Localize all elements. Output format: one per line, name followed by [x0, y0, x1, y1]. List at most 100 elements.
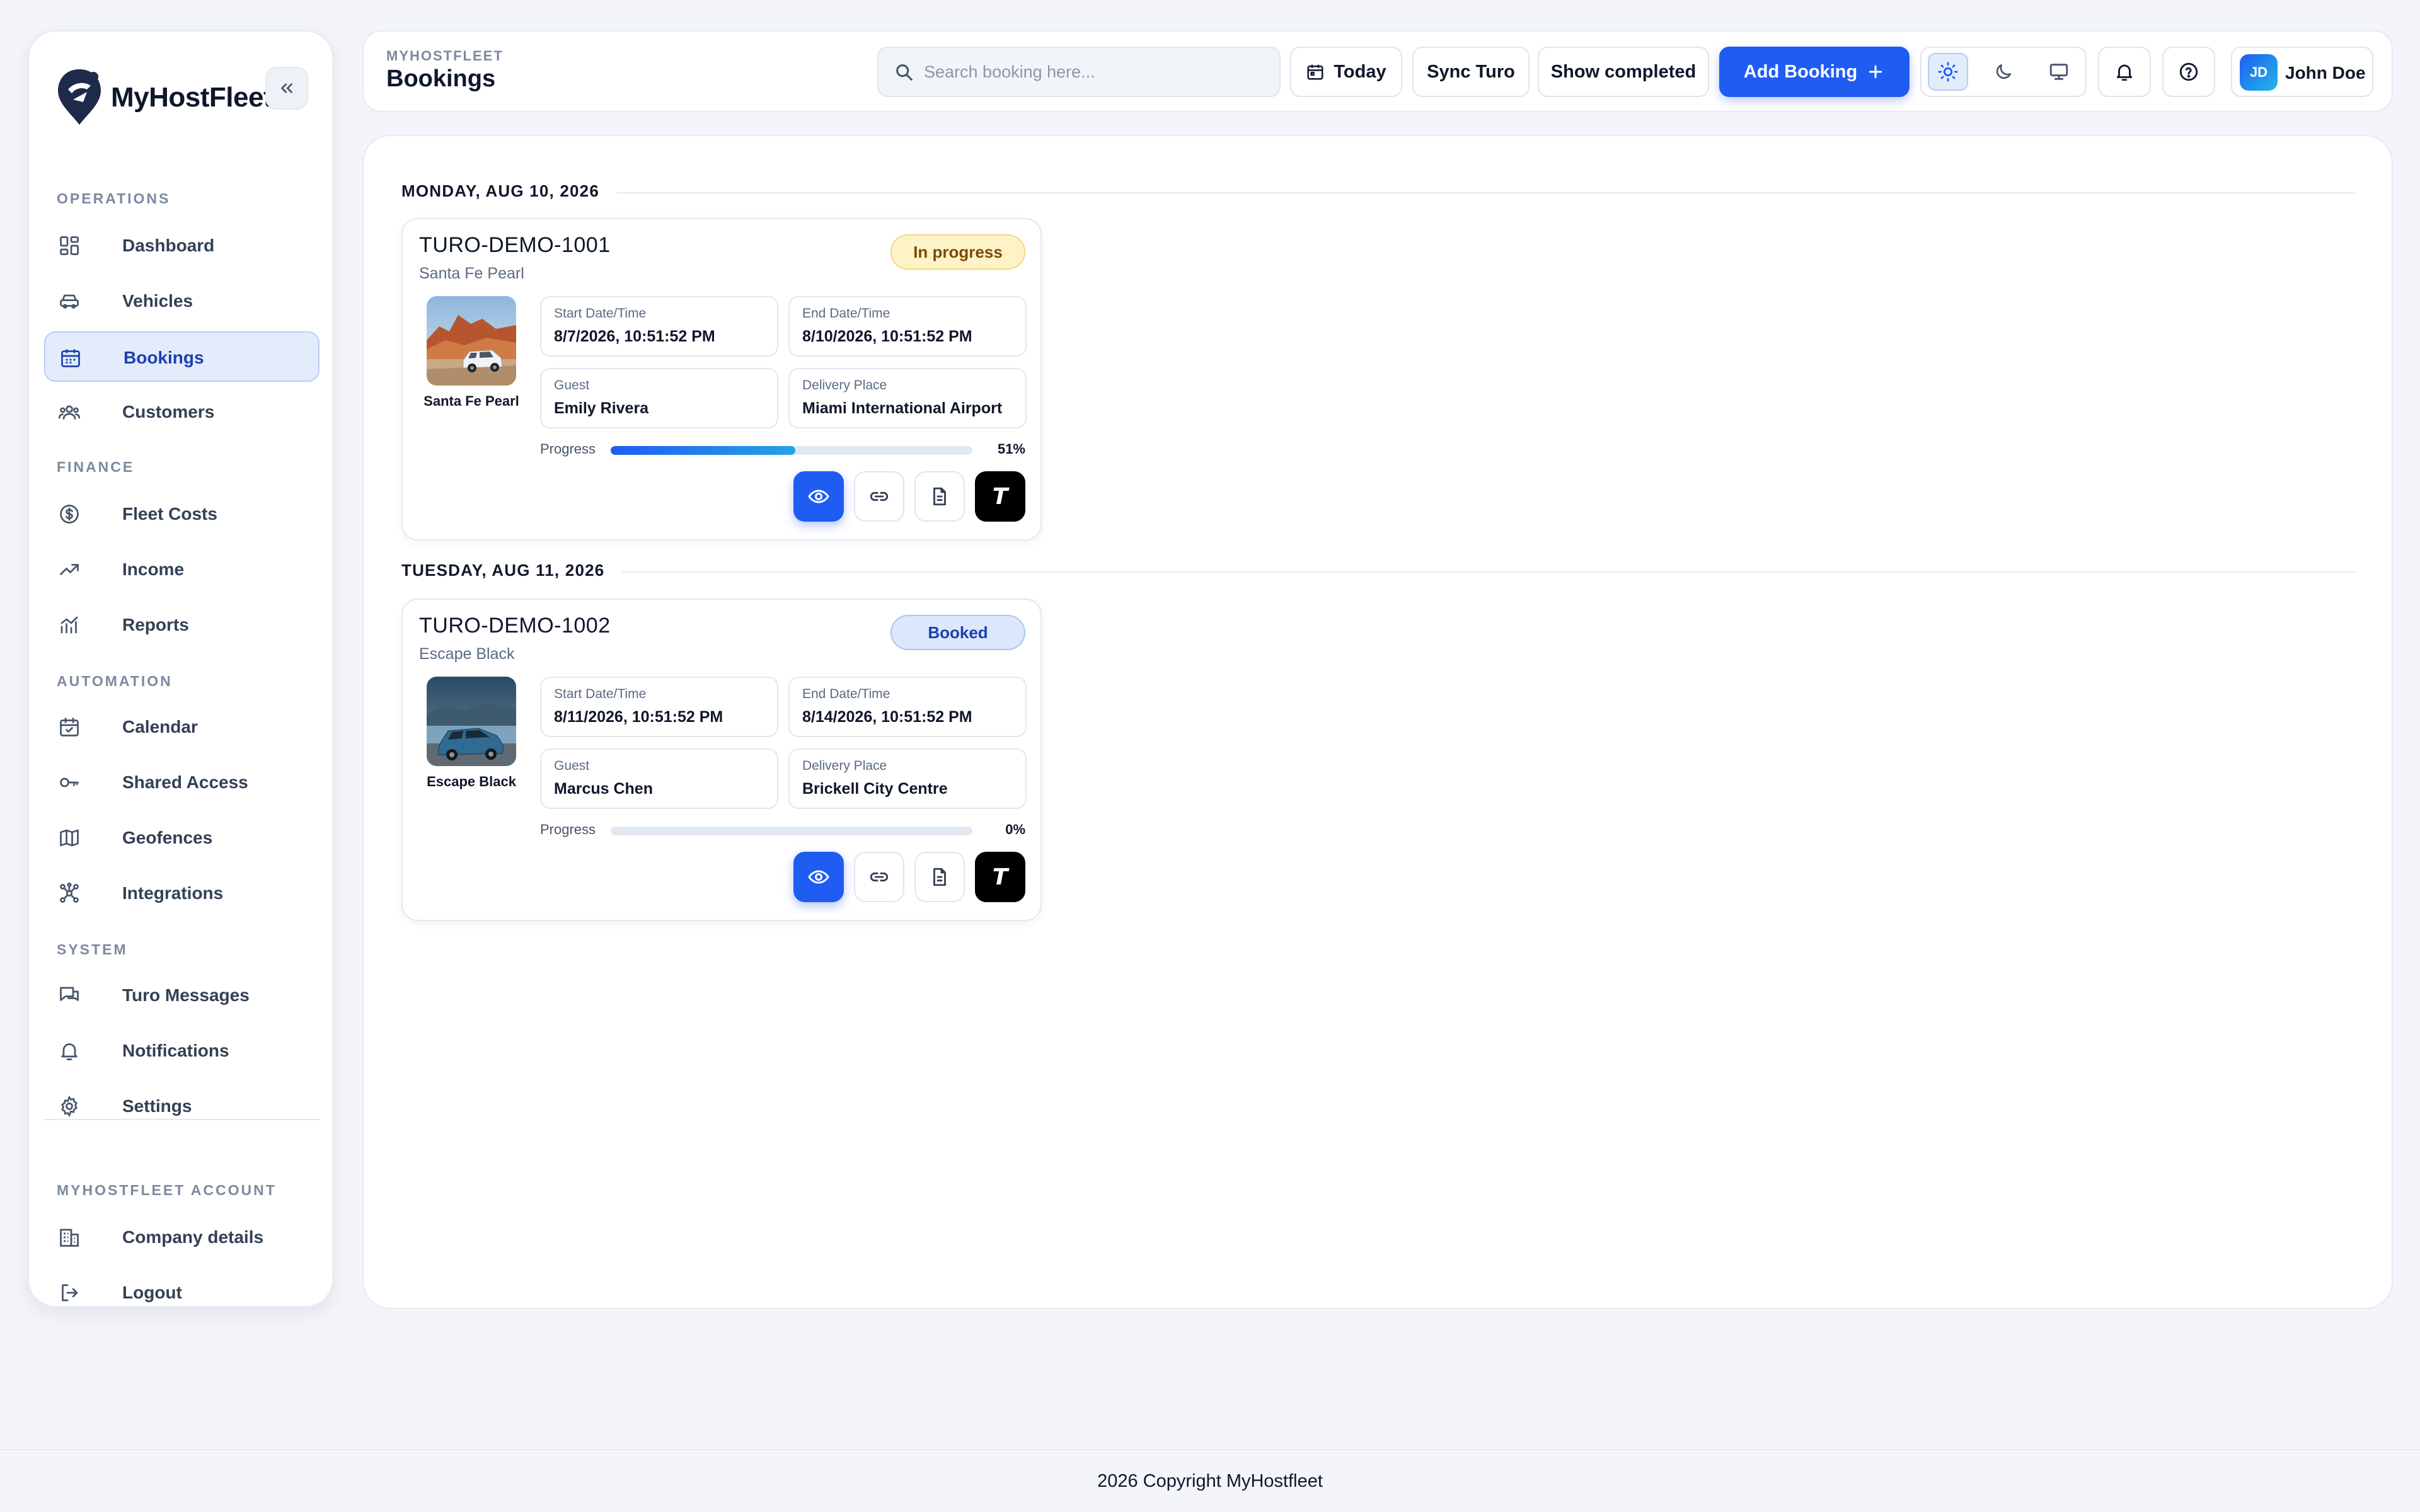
booking-reference: TURO-DEMO-1001	[419, 233, 611, 257]
sidebar-item-label: Logout	[122, 1283, 182, 1302]
search-input[interactable]	[924, 48, 1264, 96]
sidebar-item-label: Notifications	[122, 1041, 229, 1060]
theme-dark-option[interactable]	[1983, 53, 2024, 91]
section-label-account: MYHOSTFLEET ACCOUNT	[57, 1182, 277, 1198]
field-label: Start Date/Time	[554, 306, 647, 321]
booking-reference: TURO-DEMO-1002	[419, 614, 611, 638]
progress-label: Progress	[540, 441, 596, 457]
booking-card[interactable]: TURO-DEMO-1002 Escape Black Booked Escap…	[401, 598, 1042, 921]
sidebar-item-vehicles[interactable]: Vehicles	[44, 276, 320, 326]
sidebar-item-label: Fleet Costs	[122, 504, 217, 524]
sidebar-item-customers[interactable]: Customers	[44, 387, 320, 437]
building-icon	[60, 1228, 79, 1247]
end-datetime-field: End Date/Time 8/14/2026, 10:51:52 PM	[788, 677, 1027, 737]
document-button[interactable]	[914, 471, 965, 522]
plus-icon	[1869, 65, 1882, 79]
sidebar-item-bookings[interactable]: Bookings	[44, 331, 320, 382]
field-value: 8/11/2026, 10:51:52 PM	[554, 708, 723, 726]
sidebar-item-label: Customers	[122, 402, 215, 421]
page-title: Bookings	[386, 66, 496, 92]
sidebar-item-geofences[interactable]: Geofences	[44, 813, 320, 863]
guest-field: Guest Marcus Chen	[540, 748, 778, 809]
section-label-automation: AUTOMATION	[57, 673, 173, 689]
theme-system-option[interactable]	[2039, 53, 2079, 91]
copyright-text: 2026 Copyright MyHostfleet	[1097, 1470, 1323, 1491]
avatar: JD	[2240, 54, 2278, 91]
sidebar-item-notifications[interactable]: Notifications	[44, 1026, 320, 1076]
field-label: End Date/Time	[802, 687, 890, 701]
dashboard-icon	[60, 236, 79, 255]
sidebar-item-shared-access[interactable]: Shared Access	[44, 757, 320, 808]
theme-light-option[interactable]	[1928, 53, 1968, 91]
sidebar-item-reports[interactable]: Reports	[44, 600, 320, 650]
logo-mark-icon	[58, 69, 101, 125]
sidebar-item-company-details[interactable]: Company details	[44, 1212, 320, 1263]
open-in-turo-button[interactable]: T	[975, 471, 1025, 522]
sidebar-item-integrations[interactable]: Integrations	[44, 868, 320, 919]
sync-turo-button[interactable]: Sync Turo	[1412, 47, 1530, 97]
calendar-check-icon	[60, 718, 79, 736]
copy-link-button[interactable]	[854, 471, 904, 522]
start-datetime-field: Start Date/Time 8/11/2026, 10:51:52 PM	[540, 677, 778, 737]
sidebar-item-turo-messages[interactable]: Turo Messages	[44, 970, 320, 1021]
user-menu-button[interactable]: JD John Doe	[2231, 47, 2373, 97]
footer: 2026 Copyright MyHostfleet	[0, 1449, 2420, 1512]
vehicle-photo	[427, 296, 516, 386]
document-icon	[933, 868, 946, 886]
trending-up-icon	[60, 564, 79, 575]
copy-link-button[interactable]	[854, 852, 904, 902]
booking-vehicle-subtitle: Escape Black	[419, 645, 515, 663]
sidebar-item-dashboard[interactable]: Dashboard	[44, 220, 320, 271]
field-label: Guest	[554, 759, 590, 773]
help-button[interactable]	[2162, 47, 2215, 97]
day-divider	[401, 192, 2355, 193]
sidebar-item-income[interactable]: Income	[44, 544, 320, 595]
suv-desert-image	[427, 296, 516, 386]
progress-bar	[611, 446, 972, 455]
topbar: MYHOSTFLEET Bookings Today Sync Turo Sho…	[362, 30, 2393, 112]
collapse-sidebar-button[interactable]	[265, 67, 308, 110]
user-name: John Doe	[2285, 63, 2366, 83]
booking-card[interactable]: TURO-DEMO-1001 Santa Fe Pearl In progres…	[401, 218, 1042, 541]
sidebar-item-settings[interactable]: Settings	[44, 1081, 320, 1131]
key-icon	[60, 777, 79, 788]
day-label: TUESDAY, AUG 11, 2026	[401, 561, 623, 580]
turo-logo-icon: T	[992, 864, 1008, 890]
sidebar-item-label: Bookings	[124, 348, 204, 367]
monitor-icon	[2049, 64, 2068, 80]
notifications-button[interactable]	[2098, 47, 2151, 97]
section-label-finance: FINANCE	[57, 459, 135, 475]
end-datetime-field: End Date/Time 8/10/2026, 10:51:52 PM	[788, 296, 1027, 357]
today-button[interactable]: Today	[1290, 47, 1402, 97]
delivery-place-field: Delivery Place Brickell City Centre	[788, 748, 1027, 809]
view-booking-button[interactable]	[793, 852, 844, 902]
add-booking-label: Add Booking	[1743, 61, 1858, 82]
document-button[interactable]	[914, 852, 965, 902]
sync-turo-label: Sync Turo	[1427, 61, 1515, 82]
show-completed-button[interactable]: Show completed	[1538, 47, 1709, 97]
page-kicker: MYHOSTFLEET	[386, 48, 504, 64]
chart-icon	[60, 616, 78, 634]
field-label: Guest	[554, 378, 590, 392]
view-booking-button[interactable]	[793, 471, 844, 522]
sidebar-item-label: Settings	[122, 1096, 192, 1116]
sidebar-item-calendar[interactable]: Calendar	[44, 702, 320, 752]
sidebar-item-fleet-costs[interactable]: Fleet Costs	[44, 489, 320, 539]
vehicle-name: Santa Fe Pearl	[424, 393, 519, 409]
start-datetime-field: Start Date/Time 8/7/2026, 10:51:52 PM	[540, 296, 778, 357]
link-icon	[870, 872, 889, 882]
map-icon	[60, 829, 79, 847]
field-value: 8/10/2026, 10:51:52 PM	[802, 328, 972, 345]
field-value: Marcus Chen	[554, 780, 653, 798]
section-label-operations: OPERATIONS	[57, 190, 171, 207]
users-icon	[58, 405, 81, 420]
bell-icon	[61, 1043, 78, 1060]
sidebar-item-logout[interactable]: Logout	[44, 1268, 320, 1318]
turo-logo-icon: T	[992, 483, 1008, 510]
open-in-turo-button[interactable]: T	[975, 852, 1025, 902]
sidebar-item-label: Geofences	[122, 828, 213, 847]
today-label: Today	[1334, 61, 1386, 82]
add-booking-button[interactable]: Add Booking	[1719, 47, 1910, 97]
suv-lake-image	[427, 677, 516, 766]
sidebar-item-label: Turo Messages	[122, 985, 250, 1005]
